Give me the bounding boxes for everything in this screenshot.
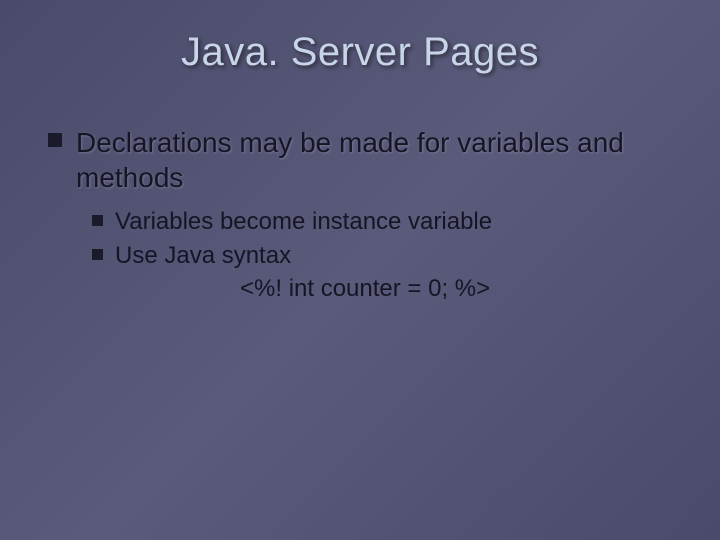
square-bullet-icon <box>92 215 103 226</box>
main-bullet-text: Declarations may be made for variables a… <box>76 125 680 195</box>
sub-bullet-row: Variables become instance variable <box>40 207 680 237</box>
square-bullet-icon <box>92 249 103 260</box>
code-example: <%! int counter = 0; %> <box>40 275 680 303</box>
main-bullet-row: Declarations may be made for variables a… <box>40 125 680 195</box>
square-bullet-icon <box>48 133 62 147</box>
slide-container: Java. Server Pages Declarations may be m… <box>0 0 720 540</box>
sub-bullet-text: Variables become instance variable <box>115 207 492 237</box>
slide-title: Java. Server Pages <box>40 30 680 75</box>
sub-bullet-text: Use Java syntax <box>115 241 291 271</box>
sub-bullet-row: Use Java syntax <box>40 241 680 271</box>
